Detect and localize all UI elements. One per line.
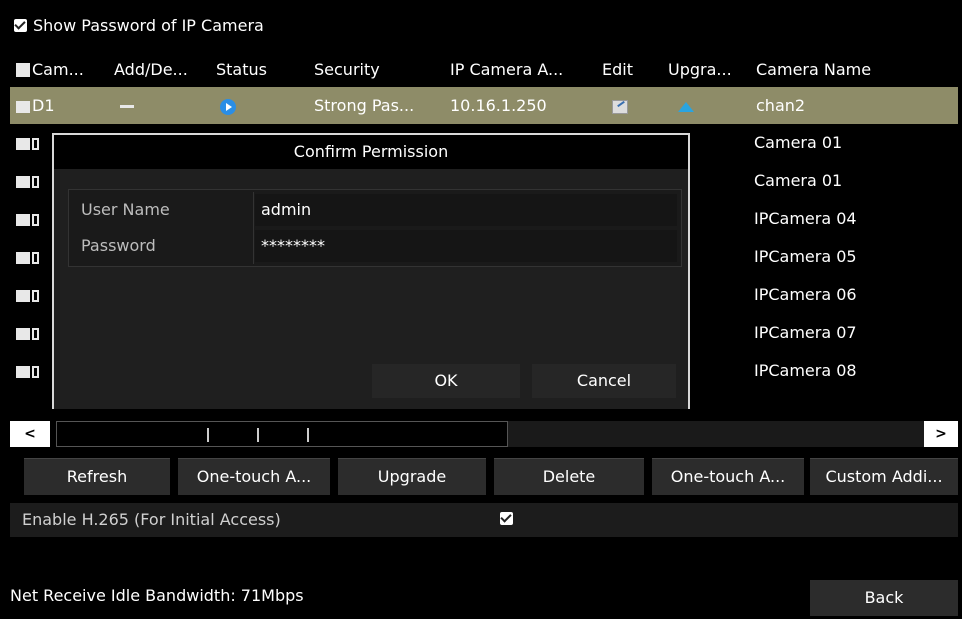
column-security[interactable]: Security <box>308 53 444 87</box>
horizontal-scrollbar[interactable] <box>56 421 508 447</box>
camera-id-fragment <box>32 365 39 378</box>
ok-button[interactable]: OK <box>372 364 520 398</box>
column-camera-name[interactable]: Camera Name <box>750 53 958 87</box>
camera-id-fragment <box>32 289 39 302</box>
camera-id-fragment <box>32 213 39 226</box>
scroll-left-button[interactable]: < <box>10 421 50 447</box>
back-button[interactable]: Back <box>810 580 958 616</box>
scroll-tick <box>257 428 259 442</box>
row-checkbox[interactable] <box>16 289 30 302</box>
scrollbar-filler <box>508 421 924 447</box>
camera-table-header: Cam... Add/De... Status Security IP Came… <box>10 53 958 87</box>
camera-name-value: IPCamera 05 <box>754 247 857 266</box>
scroll-tick <box>307 428 309 442</box>
refresh-button[interactable]: Refresh <box>24 458 170 495</box>
camera-name-value: IPCamera 04 <box>754 209 857 228</box>
row-checkbox[interactable] <box>16 327 30 340</box>
show-password-checkbox[interactable]: Show Password of IP Camera <box>14 16 264 35</box>
camera-name-value: IPCamera 08 <box>754 361 857 380</box>
camera-id-fragment <box>32 137 39 150</box>
one-touch-add-button[interactable]: One-touch A... <box>652 458 804 495</box>
username-row: User Name admin <box>69 192 681 228</box>
camera-id-fragment <box>32 175 39 188</box>
bandwidth-status: Net Receive Idle Bandwidth: 71Mbps <box>10 586 304 605</box>
password-row: Password ******** <box>69 228 681 264</box>
column-add-delete[interactable]: Add/De... <box>108 53 210 87</box>
column-status[interactable]: Status <box>210 53 308 87</box>
row-checkbox[interactable] <box>16 365 30 378</box>
username-label: User Name <box>81 200 170 219</box>
cancel-button[interactable]: Cancel <box>532 364 676 398</box>
scroll-right-button[interactable]: > <box>924 421 958 447</box>
upgrade-icon[interactable] <box>678 101 694 112</box>
dialog-title: Confirm Permission <box>54 135 688 169</box>
row-checkbox[interactable] <box>16 213 30 226</box>
one-touch-activate-button[interactable]: One-touch A... <box>178 458 330 495</box>
username-input[interactable]: admin <box>255 194 677 226</box>
column-ip-address[interactable]: IP Camera A... <box>444 53 596 87</box>
credentials-form: User Name admin Password ******** <box>68 189 682 267</box>
column-cam[interactable]: Cam... <box>10 53 108 87</box>
camera-name-value: IPCamera 07 <box>754 323 857 342</box>
column-edit[interactable]: Edit <box>596 53 662 87</box>
delete-button[interactable]: Delete <box>494 458 644 495</box>
row-checkbox[interactable] <box>16 137 30 150</box>
password-input[interactable]: ******** <box>255 230 677 262</box>
delete-dash-icon[interactable] <box>120 105 134 108</box>
camera-id: D1 <box>32 96 55 115</box>
h265-checkbox[interactable] <box>500 512 513 525</box>
upgrade-button[interactable]: Upgrade <box>338 458 486 495</box>
row-checkbox[interactable] <box>16 251 30 264</box>
scroll-tick <box>207 428 209 442</box>
h265-label: Enable H.265 (For Initial Access) <box>22 510 281 529</box>
camera-name-value: IPCamera 06 <box>754 285 857 304</box>
checkbox-icon[interactable] <box>14 19 27 32</box>
table-row[interactable]: D1 Strong Pas... 10.16.1.250 chan2 <box>10 87 958 124</box>
row-checkbox[interactable] <box>16 100 30 113</box>
ip-address-value: 10.16.1.250 <box>450 96 547 115</box>
confirm-permission-dialog: Confirm Permission User Name admin Passw… <box>52 133 690 409</box>
security-value: Strong Pas... <box>314 96 415 115</box>
show-password-label: Show Password of IP Camera <box>33 16 264 35</box>
status-play-icon <box>220 98 236 115</box>
password-label: Password <box>81 236 156 255</box>
camera-id-fragment <box>32 327 39 340</box>
edit-icon[interactable] <box>612 99 628 114</box>
select-all-checkbox[interactable] <box>16 63 30 77</box>
camera-id-fragment <box>32 251 39 264</box>
camera-name-value: Camera 01 <box>754 171 843 190</box>
custom-adding-button[interactable]: Custom Addi... <box>810 458 958 495</box>
camera-name-value: chan2 <box>756 96 806 115</box>
column-upgrade[interactable]: Upgra... <box>662 53 750 87</box>
row-checkbox[interactable] <box>16 175 30 188</box>
camera-name-value: Camera 01 <box>754 133 843 152</box>
